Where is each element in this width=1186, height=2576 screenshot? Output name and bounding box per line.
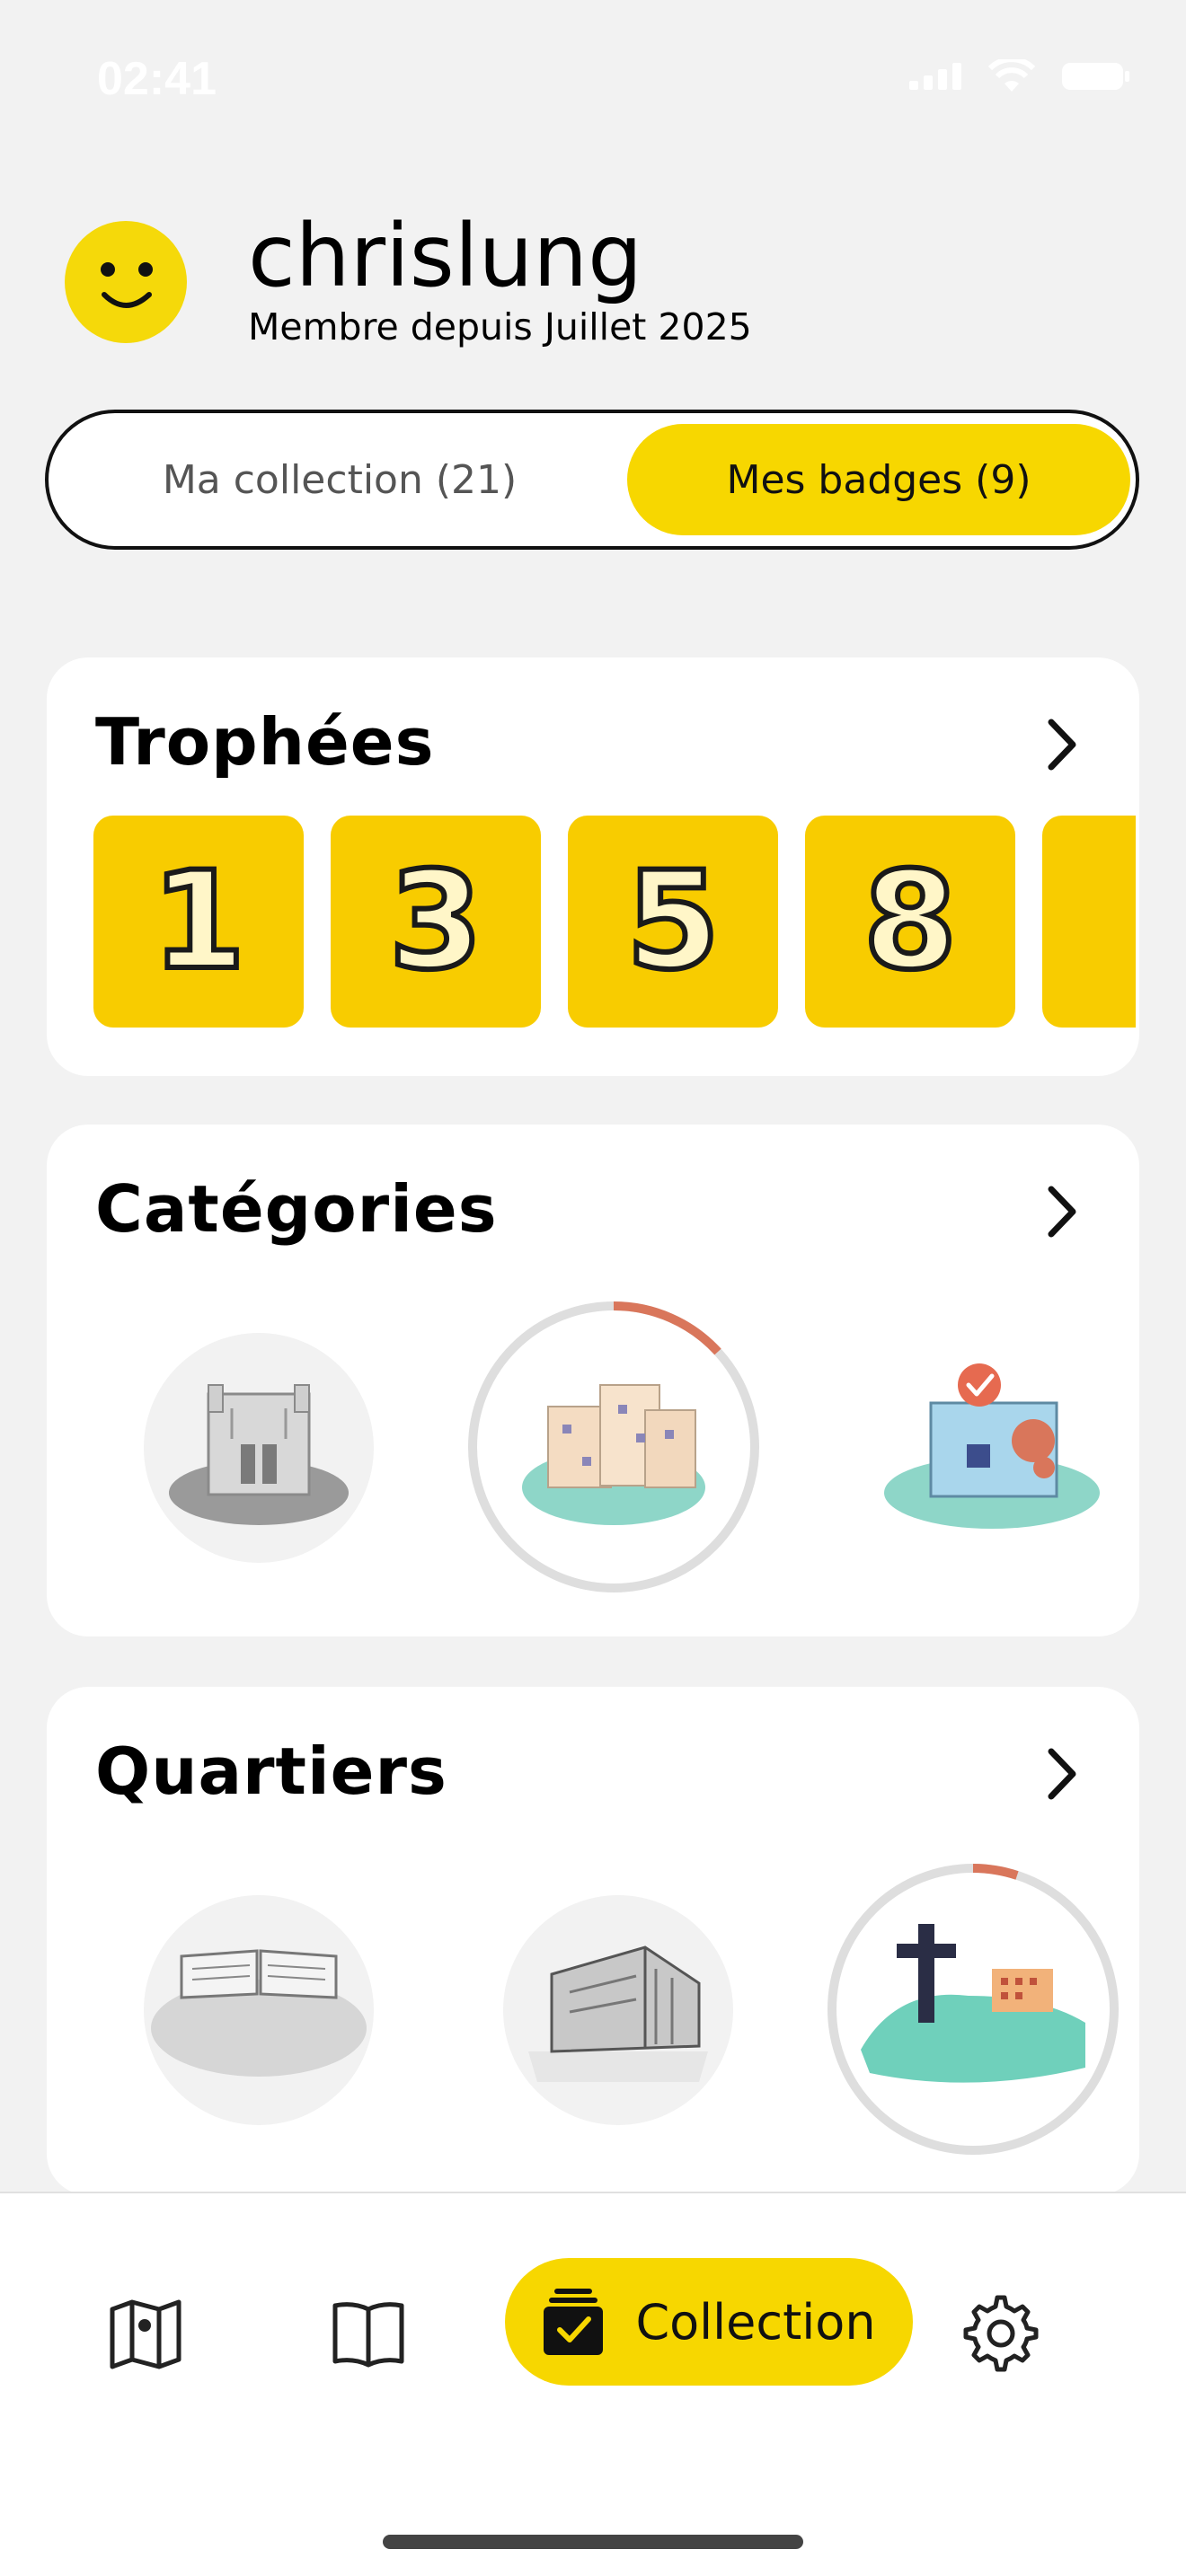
trophy-number: 1 (149, 843, 248, 1000)
status-icons (909, 59, 1132, 93)
gear-icon (963, 2295, 1039, 2372)
username: chrislung (248, 206, 643, 306)
bottom-nav: Collection (0, 2192, 1186, 2576)
cross-hill-icon[interactable] (825, 1861, 1121, 2157)
member-since: Membre depuis Juillet 2025 (248, 305, 752, 348)
quartiers-card: Quartiers (47, 1687, 1139, 2195)
trophy-badge[interactable]: 5 (568, 816, 778, 1028)
profile-header: chrislung Membre depuis Juillet 2025 (63, 207, 1141, 359)
bakery-shop-icon[interactable] (875, 1358, 1109, 1538)
cellular-signal-icon (909, 63, 961, 90)
categories-card: Catégories (47, 1125, 1139, 1636)
nav-collection-label: Collection (635, 2293, 876, 2351)
tab-ma-collection[interactable]: Ma collection (21) (70, 424, 609, 535)
nav-map[interactable] (92, 2280, 199, 2387)
trophy-badge[interactable]: 8 (805, 816, 1015, 1028)
status-bar: 02:41 (0, 0, 1186, 153)
map-icon (110, 2299, 181, 2369)
categories-title: Catégories (95, 1171, 498, 1247)
gothic-building-icon[interactable] (142, 1331, 376, 1565)
trophy-badge[interactable]: 1 (93, 816, 304, 1028)
collection-box-icon (544, 2289, 604, 2355)
trophy-badge[interactable]: 3 (331, 816, 541, 1028)
battery-icon (1062, 63, 1129, 90)
nav-collection[interactable]: Collection (505, 2258, 913, 2386)
modern-building-icon[interactable] (501, 1893, 735, 2127)
quartiers-title: Quartiers (95, 1734, 447, 1809)
open-book-building-icon[interactable] (142, 1893, 376, 2127)
nav-guide[interactable] (314, 2280, 422, 2387)
collection-badges-toggle: Ma collection (21) Mes badges (9) (45, 410, 1139, 550)
chevron-right-icon[interactable] (1040, 1180, 1085, 1243)
wifi-icon (988, 59, 1035, 92)
apartment-blocks-icon[interactable] (465, 1299, 762, 1595)
tab-mes-badges[interactable]: Mes badges (9) (627, 424, 1130, 535)
trophy-number: 3 (386, 843, 485, 1000)
nav-settings[interactable] (947, 2280, 1055, 2387)
trophies-card: Trophées 1 3 5 8 (47, 657, 1139, 1076)
trophy-number: 8 (861, 843, 960, 1000)
trophies-row: 1 3 5 8 (93, 816, 1136, 1031)
book-icon (332, 2302, 404, 2368)
home-indicator (383, 2535, 803, 2549)
smiley-avatar-icon[interactable] (63, 219, 189, 345)
chevron-right-icon[interactable] (1040, 713, 1085, 776)
trophy-number: 5 (624, 843, 722, 1000)
trophy-badge-partial[interactable] (1042, 816, 1136, 1028)
status-time: 02:41 (97, 53, 217, 105)
chevron-right-icon[interactable] (1040, 1742, 1085, 1805)
trophies-title: Trophées (95, 704, 435, 780)
